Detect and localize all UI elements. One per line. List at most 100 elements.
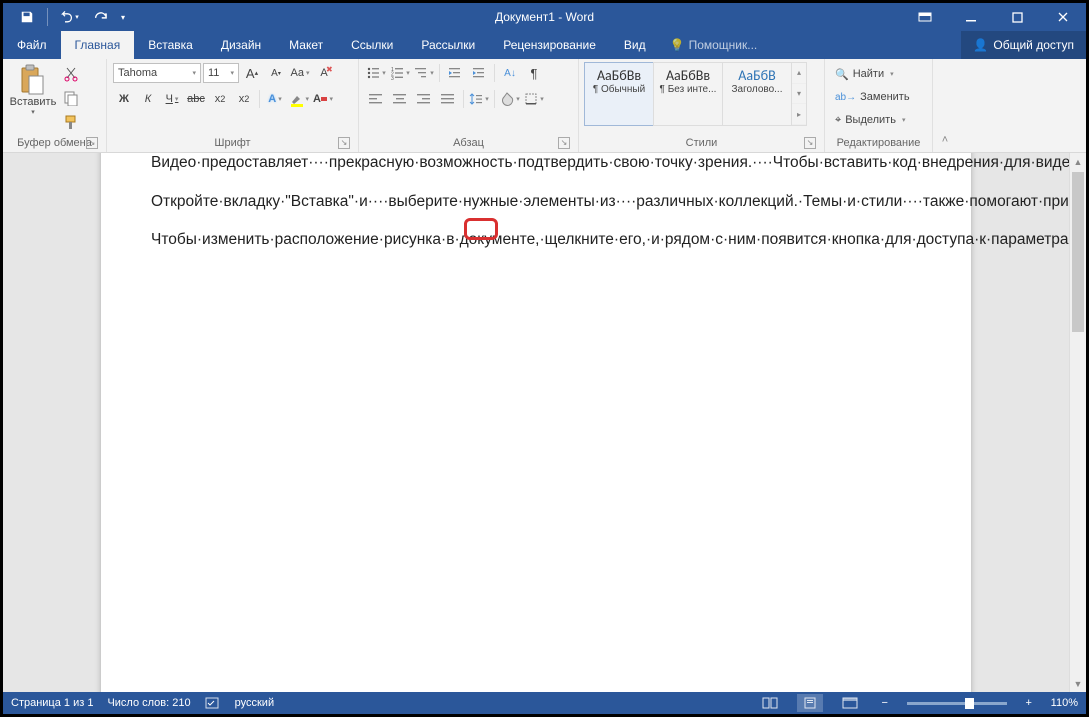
underline-button[interactable]: Ч▾ <box>161 89 183 109</box>
tab-design[interactable]: Дизайн <box>207 31 275 59</box>
format-painter-icon[interactable] <box>61 112 81 132</box>
vertical-scrollbar[interactable]: ▲ ▼ <box>1069 153 1086 692</box>
shrink-font-icon[interactable]: A▾ <box>265 63 287 83</box>
svg-text:3: 3 <box>391 76 394 80</box>
group-styles: АаБбВв¶ Обычный АаБбВв¶ Без инте... АаБб… <box>579 59 825 152</box>
justify-icon[interactable] <box>437 89 459 109</box>
select-button[interactable]: ⌖Выделить▾ <box>831 110 914 130</box>
search-icon: 🔍 <box>835 68 849 81</box>
styles-launcher[interactable]: ↘ <box>804 137 816 149</box>
zoom-out-icon[interactable]: − <box>877 697 893 709</box>
italic-button[interactable]: К <box>137 89 159 109</box>
superscript-icon[interactable]: x2 <box>233 89 255 109</box>
paste-button[interactable]: Вставить▾ <box>9 60 57 116</box>
font-color-icon[interactable]: A▾ <box>312 89 334 109</box>
minimize-icon[interactable] <box>948 3 994 31</box>
qat-customize-icon[interactable]: ▾ <box>116 3 130 31</box>
bullets-icon[interactable]: ▾ <box>365 63 387 83</box>
line-spacing-icon[interactable]: ▾ <box>468 89 490 109</box>
tab-insert[interactable]: Вставка <box>134 31 207 59</box>
spellcheck-icon[interactable] <box>205 696 221 710</box>
show-marks-icon[interactable]: ¶ <box>523 63 545 83</box>
tell-me-search[interactable]: 💡Помощник... <box>660 31 768 59</box>
collapse-ribbon-icon[interactable]: ˄ <box>933 59 957 152</box>
paragraph-2[interactable]: Откройте·вкладку·"Вставка"·и····выберите… <box>151 192 903 213</box>
zoom-level[interactable]: 110% <box>1051 697 1078 709</box>
web-layout-icon[interactable] <box>837 694 863 712</box>
align-left-icon[interactable] <box>365 89 387 109</box>
group-editing: 🔍Найти▾ ab→Заменить ⌖Выделить▾ Редактиро… <box>825 59 933 152</box>
paragraph-1[interactable]: Видео·предоставляет····прекрасную·возмож… <box>151 153 903 174</box>
redo-icon[interactable] <box>84 3 116 31</box>
tab-view[interactable]: Вид <box>610 31 660 59</box>
paragraph-3[interactable]: Чтобы·изменить·расположение·рисунка·в·до… <box>151 230 903 251</box>
strikethrough-icon[interactable]: abc <box>185 89 207 109</box>
print-layout-icon[interactable] <box>797 694 823 712</box>
document-page[interactable]: Видео·предоставляет····прекрасную·возмож… <box>101 153 971 692</box>
ribbon-display-icon[interactable] <box>902 3 948 31</box>
group-label-editing: Редактирование <box>837 137 921 149</box>
increase-indent-icon[interactable] <box>468 63 490 83</box>
copy-icon[interactable] <box>61 88 81 108</box>
replace-button[interactable]: ab→Заменить <box>831 87 914 107</box>
tab-home[interactable]: Главная <box>61 31 135 59</box>
read-mode-icon[interactable] <box>757 694 783 712</box>
decrease-indent-icon[interactable] <box>444 63 466 83</box>
cursor-icon: ⌖ <box>835 114 841 127</box>
change-case-icon[interactable]: Aa▾ <box>289 63 311 83</box>
tab-file[interactable]: Файл <box>3 31 61 59</box>
group-clipboard: Вставить▾ Буфер обмена↘ <box>3 59 107 152</box>
zoom-in-icon[interactable]: + <box>1021 697 1037 709</box>
group-font: Tahoma▾ 11▾ A▴ A▾ Aa▾ A✖ Ж К Ч▾ abc x2 x… <box>107 59 359 152</box>
align-right-icon[interactable] <box>413 89 435 109</box>
find-button[interactable]: 🔍Найти▾ <box>831 64 914 84</box>
font-launcher[interactable]: ↘ <box>338 137 350 149</box>
tab-references[interactable]: Ссылки <box>337 31 407 59</box>
ribbon: Вставить▾ Буфер обмена↘ Tahoma▾ 11▾ A▴ A… <box>3 59 1086 153</box>
ribbon-tabs: Файл Главная Вставка Дизайн Макет Ссылки… <box>3 31 1086 59</box>
maximize-icon[interactable] <box>994 3 1040 31</box>
scroll-down-icon[interactable]: ▼ <box>1070 675 1086 692</box>
grow-font-icon[interactable]: A▴ <box>241 63 263 83</box>
borders-icon[interactable]: ▾ <box>523 89 545 109</box>
status-word-count[interactable]: Число слов: 210 <box>107 697 190 709</box>
shading-icon[interactable]: ▾ <box>499 89 521 109</box>
multilevel-list-icon[interactable]: ▾ <box>413 63 435 83</box>
status-language[interactable]: русский <box>235 697 274 709</box>
styles-scroll[interactable]: ▴▾▸ <box>791 62 807 126</box>
cut-icon[interactable] <box>61 64 81 84</box>
style-no-spacing[interactable]: АаБбВв¶ Без инте... <box>653 62 723 126</box>
scroll-thumb[interactable] <box>1072 172 1084 332</box>
style-heading1[interactable]: АаБбВЗаголово... <box>722 62 792 126</box>
save-icon[interactable] <box>11 3 43 31</box>
group-label-paragraph: Абзац <box>453 137 484 149</box>
status-page[interactable]: Страница 1 из 1 <box>11 697 93 709</box>
share-button[interactable]: 👤Общий доступ <box>961 31 1086 59</box>
style-normal[interactable]: АаБбВв¶ Обычный <box>584 62 654 126</box>
close-icon[interactable] <box>1040 3 1086 31</box>
bold-button[interactable]: Ж <box>113 89 135 109</box>
numbering-icon[interactable]: 123▾ <box>389 63 411 83</box>
share-icon: 👤 <box>973 38 988 52</box>
font-size-combo[interactable]: 11▾ <box>203 63 239 83</box>
zoom-slider[interactable] <box>907 702 1007 705</box>
tab-review[interactable]: Рецензирование <box>489 31 610 59</box>
group-paragraph: ▾ 123▾ ▾ A↓ ¶ ▾ ▾ ▾ Абза <box>359 59 579 152</box>
undo-icon[interactable]: ▾ <box>52 3 84 31</box>
scroll-up-icon[interactable]: ▲ <box>1070 153 1086 170</box>
clear-formatting-icon[interactable]: A✖ <box>313 63 335 83</box>
font-name-combo[interactable]: Tahoma▾ <box>113 63 201 83</box>
group-label-font: Шрифт <box>214 137 250 149</box>
text-effects-icon[interactable]: A▾ <box>264 89 286 109</box>
align-center-icon[interactable] <box>389 89 411 109</box>
sort-icon[interactable]: A↓ <box>499 63 521 83</box>
tab-layout[interactable]: Макет <box>275 31 337 59</box>
highlight-annotation <box>464 218 498 240</box>
window-title: Документ1 - Word <box>495 10 594 24</box>
clipboard-launcher[interactable]: ↘ <box>86 137 98 149</box>
tab-mailings[interactable]: Рассылки <box>407 31 489 59</box>
highlight-icon[interactable]: ▾ <box>288 89 310 109</box>
title-bar: ▾ ▾ Документ1 - Word <box>3 3 1086 31</box>
subscript-icon[interactable]: x2 <box>209 89 231 109</box>
paragraph-launcher[interactable]: ↘ <box>558 137 570 149</box>
